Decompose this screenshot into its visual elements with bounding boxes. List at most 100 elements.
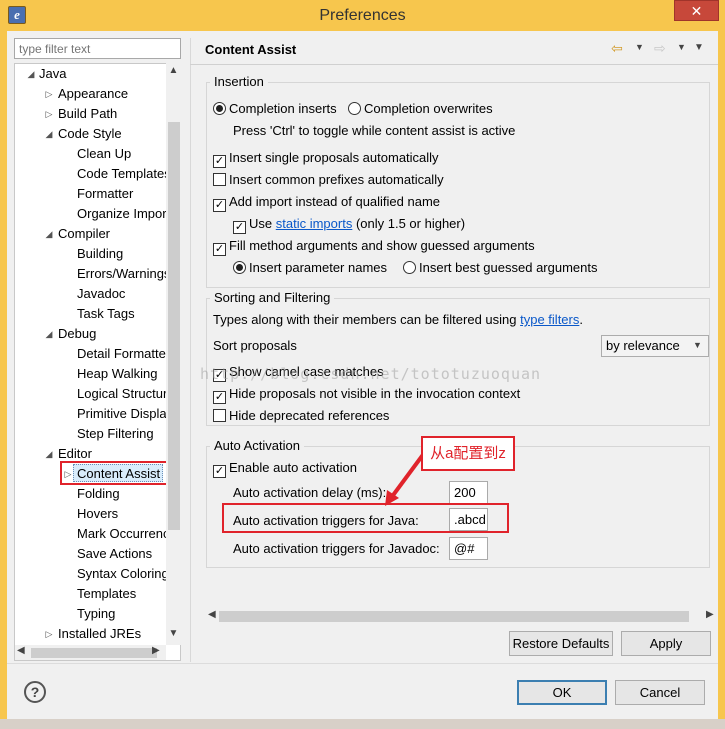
sort-proposals-label: Sort proposals [213, 338, 297, 353]
checked-icon: ✓ [213, 391, 226, 404]
tree-horizontal-scroll-thumb[interactable] [31, 648, 157, 658]
apply-button[interactable]: Apply [621, 631, 711, 656]
scroll-left-icon[interactable]: ◀ [208, 609, 216, 620]
tree-node-label: Installed JREs [58, 626, 142, 641]
back-arrow-icon[interactable]: ⇦ [611, 40, 623, 57]
tree-node-label: Typing [77, 606, 116, 621]
common-prefixes-label: Insert common prefixes automatically [229, 172, 444, 187]
tree-vertical-scroll-thumb[interactable] [168, 122, 180, 530]
add-import-label: Add import instead of qualified name [229, 194, 441, 209]
scroll-right-icon[interactable]: ▶ [152, 645, 160, 656]
single-proposals-checkbox[interactable]: ✓ Insert single proposals automatically [213, 149, 439, 168]
expanded-twisty-icon[interactable]: ◢ [26, 64, 36, 84]
tree-node-label: Detail Formatters [77, 346, 166, 361]
insert-parameter-names-radio[interactable]: Insert parameter names [233, 259, 387, 277]
tree-node-label: Appearance [58, 86, 129, 101]
collapsed-twisty-icon[interactable]: ▷ [44, 84, 54, 104]
tree-node-label: Task Tags [77, 306, 135, 321]
add-import-checkbox[interactable]: ✓ Add import instead of qualified name [213, 193, 441, 212]
type-filters-link[interactable]: type filters [520, 312, 579, 327]
type-filters-suffix: . [579, 312, 583, 327]
pane-separator[interactable] [190, 38, 191, 662]
hide-not-visible-label: Hide proposals not visible in the invoca… [229, 386, 521, 401]
insert-parameter-names-label: Insert parameter names [249, 260, 388, 275]
checked-icon: ✓ [213, 243, 226, 256]
insertion-legend: Insertion [210, 74, 268, 89]
fill-arguments-checkbox[interactable]: ✓ Fill method arguments and show guessed … [213, 237, 535, 256]
fill-arguments-label: Fill method arguments and show guessed a… [229, 238, 535, 253]
checked-icon: ✓ [233, 221, 246, 234]
use-suffix-label: (only 1.5 or higher) [355, 216, 466, 231]
radio-empty-icon [403, 261, 416, 274]
scroll-down-icon[interactable]: ▼ [166, 628, 181, 642]
tree-node-label: Save Actions [77, 546, 153, 561]
scroll-up-icon[interactable]: ▲ [166, 65, 181, 79]
javadoc-triggers-input[interactable]: @# [449, 537, 488, 560]
completion-overwrites-label: Completion overwrites [364, 101, 493, 116]
scroll-left-icon[interactable]: ◀ [17, 645, 25, 656]
tree-node-label: Step Filtering [77, 426, 154, 441]
chevron-down-icon[interactable]: ▼ [693, 340, 702, 350]
content-assist-highlight-box [60, 461, 168, 485]
tree-node-label: Java [39, 66, 67, 81]
scroll-right-icon[interactable]: ▶ [706, 609, 714, 620]
tree-node-label: Build Path [58, 106, 118, 121]
forward-arrow-icon[interactable]: ⇨ [654, 40, 666, 57]
use-label: Use [249, 216, 273, 231]
delay-input[interactable]: 200 [449, 481, 488, 504]
tree-node-label: Syntax Coloring [77, 566, 166, 581]
view-menu-icon[interactable]: ▼ [694, 42, 704, 53]
tree-node-label: Folding [77, 486, 120, 501]
sorting-legend: Sorting and Filtering [210, 290, 335, 305]
expanded-twisty-icon[interactable]: ◢ [44, 124, 54, 144]
tree-node-label: Compiler [58, 226, 111, 241]
hide-deprecated-checkbox[interactable]: Hide deprecated references [213, 407, 389, 425]
tree-node-label: Organize Imports [77, 206, 166, 221]
close-button[interactable]: ✕ [674, 0, 719, 21]
completion-overwrites-radio[interactable]: Completion overwrites [348, 100, 493, 118]
expanded-twisty-icon[interactable]: ◢ [44, 224, 54, 244]
common-prefixes-checkbox[interactable]: Insert common prefixes automatically [213, 171, 444, 189]
checked-icon: ✓ [213, 465, 226, 478]
completion-inserts-radio[interactable]: Completion inserts [213, 100, 337, 118]
static-imports-link[interactable]: static imports [276, 216, 353, 231]
tree-node-label: Code Style [58, 126, 122, 141]
forward-menu-chevron-icon[interactable]: ▼ [677, 42, 686, 52]
annotation-note: 从a配置到z [421, 436, 515, 471]
tree-node-label: Errors/Warnings [77, 266, 166, 281]
tree-node-label: Debug [58, 326, 97, 341]
restore-defaults-button[interactable]: Restore Defaults [509, 631, 613, 656]
cancel-button[interactable]: Cancel [615, 680, 705, 705]
back-menu-chevron-icon[interactable]: ▼ [635, 42, 644, 52]
tree-node-label: Primitive Display [77, 406, 166, 421]
tree-node-label: Templates [77, 586, 137, 601]
enable-auto-activation-checkbox[interactable]: ✓ Enable auto activation [213, 459, 357, 478]
checked-icon: ✓ [213, 155, 226, 168]
ok-button[interactable]: OK [517, 680, 607, 705]
use-static-imports-checkbox[interactable]: ✓ Use static imports (only 1.5 or higher) [233, 215, 466, 234]
checked-icon: ✓ [213, 199, 226, 212]
expanded-twisty-icon[interactable]: ◢ [44, 444, 54, 464]
dialog-divider [7, 663, 718, 664]
unchecked-icon [213, 173, 226, 186]
tree-node-label: Building [77, 246, 124, 261]
collapsed-twisty-icon[interactable]: ▷ [44, 624, 54, 644]
completion-inserts-label: Completion inserts [229, 101, 337, 116]
hide-not-visible-checkbox[interactable]: ✓ Hide proposals not visible in the invoc… [213, 385, 521, 404]
taskbar-strip [0, 719, 725, 729]
tree-node-label: Mark Occurrences [77, 526, 166, 541]
single-proposals-label: Insert single proposals automatically [229, 150, 439, 165]
enable-auto-activation-label: Enable auto activation [229, 460, 357, 475]
tree-node-label: Code Templates [77, 166, 166, 181]
expanded-twisty-icon[interactable]: ◢ [44, 324, 54, 344]
delay-label: Auto activation delay (ms): [233, 485, 387, 500]
help-icon[interactable]: ? [24, 681, 46, 703]
page-horizontal-scroll-thumb[interactable] [219, 611, 689, 622]
java-triggers-highlight-box [222, 503, 509, 533]
insert-best-guessed-label: Insert best guessed arguments [419, 260, 598, 275]
insert-best-guessed-radio[interactable]: Insert best guessed arguments [403, 259, 598, 277]
collapsed-twisty-icon[interactable]: ▷ [44, 104, 54, 124]
radio-selected-icon [233, 261, 246, 274]
radio-empty-icon [348, 102, 361, 115]
tree-node-label: Hovers [77, 506, 119, 521]
